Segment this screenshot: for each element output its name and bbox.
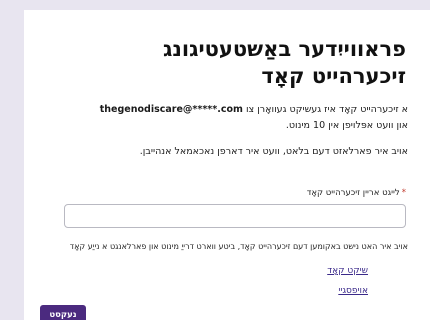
required-asterisk: * <box>401 188 406 198</box>
masked-email: thegenodiscare@*****.com <box>99 104 243 115</box>
instructions-before-email: א זיכערהייט קאָד איז געשיקט געוואָרן צו <box>245 104 408 115</box>
instructions-after-email: און וועט אפּלויפן אין 10 מינוט. <box>285 120 408 131</box>
cancel-link[interactable]: אויפסגיי <box>338 286 368 296</box>
instructions-text: א זיכערהייט קאָד איז געשיקט געוואָרן צו … <box>48 102 408 134</box>
code-field-label: *לייגט אריין זיכערהייט קאָד <box>307 188 406 198</box>
resend-code-link[interactable]: שיקט קאָד <box>327 266 368 276</box>
verification-card: פראווייִדער באַשטעטיגונג זיכערהייט קאָד … <box>24 10 430 320</box>
security-code-input[interactable] <box>64 204 406 228</box>
browser-note: אויב איר פארלאזט דעם בלאט, וועט איר דארפ… <box>139 146 408 157</box>
page-title: פראווייִדער באַשטעטיגונג זיכערהייט קאָד <box>162 37 406 88</box>
code-field-label-text: לייגט אריין זיכערהייט קאָד <box>306 188 400 198</box>
next-button[interactable]: נעקסט <box>40 305 86 320</box>
resend-hint: אויב איר האט נישט באקומען דעם זיכערהייט … <box>69 242 408 251</box>
